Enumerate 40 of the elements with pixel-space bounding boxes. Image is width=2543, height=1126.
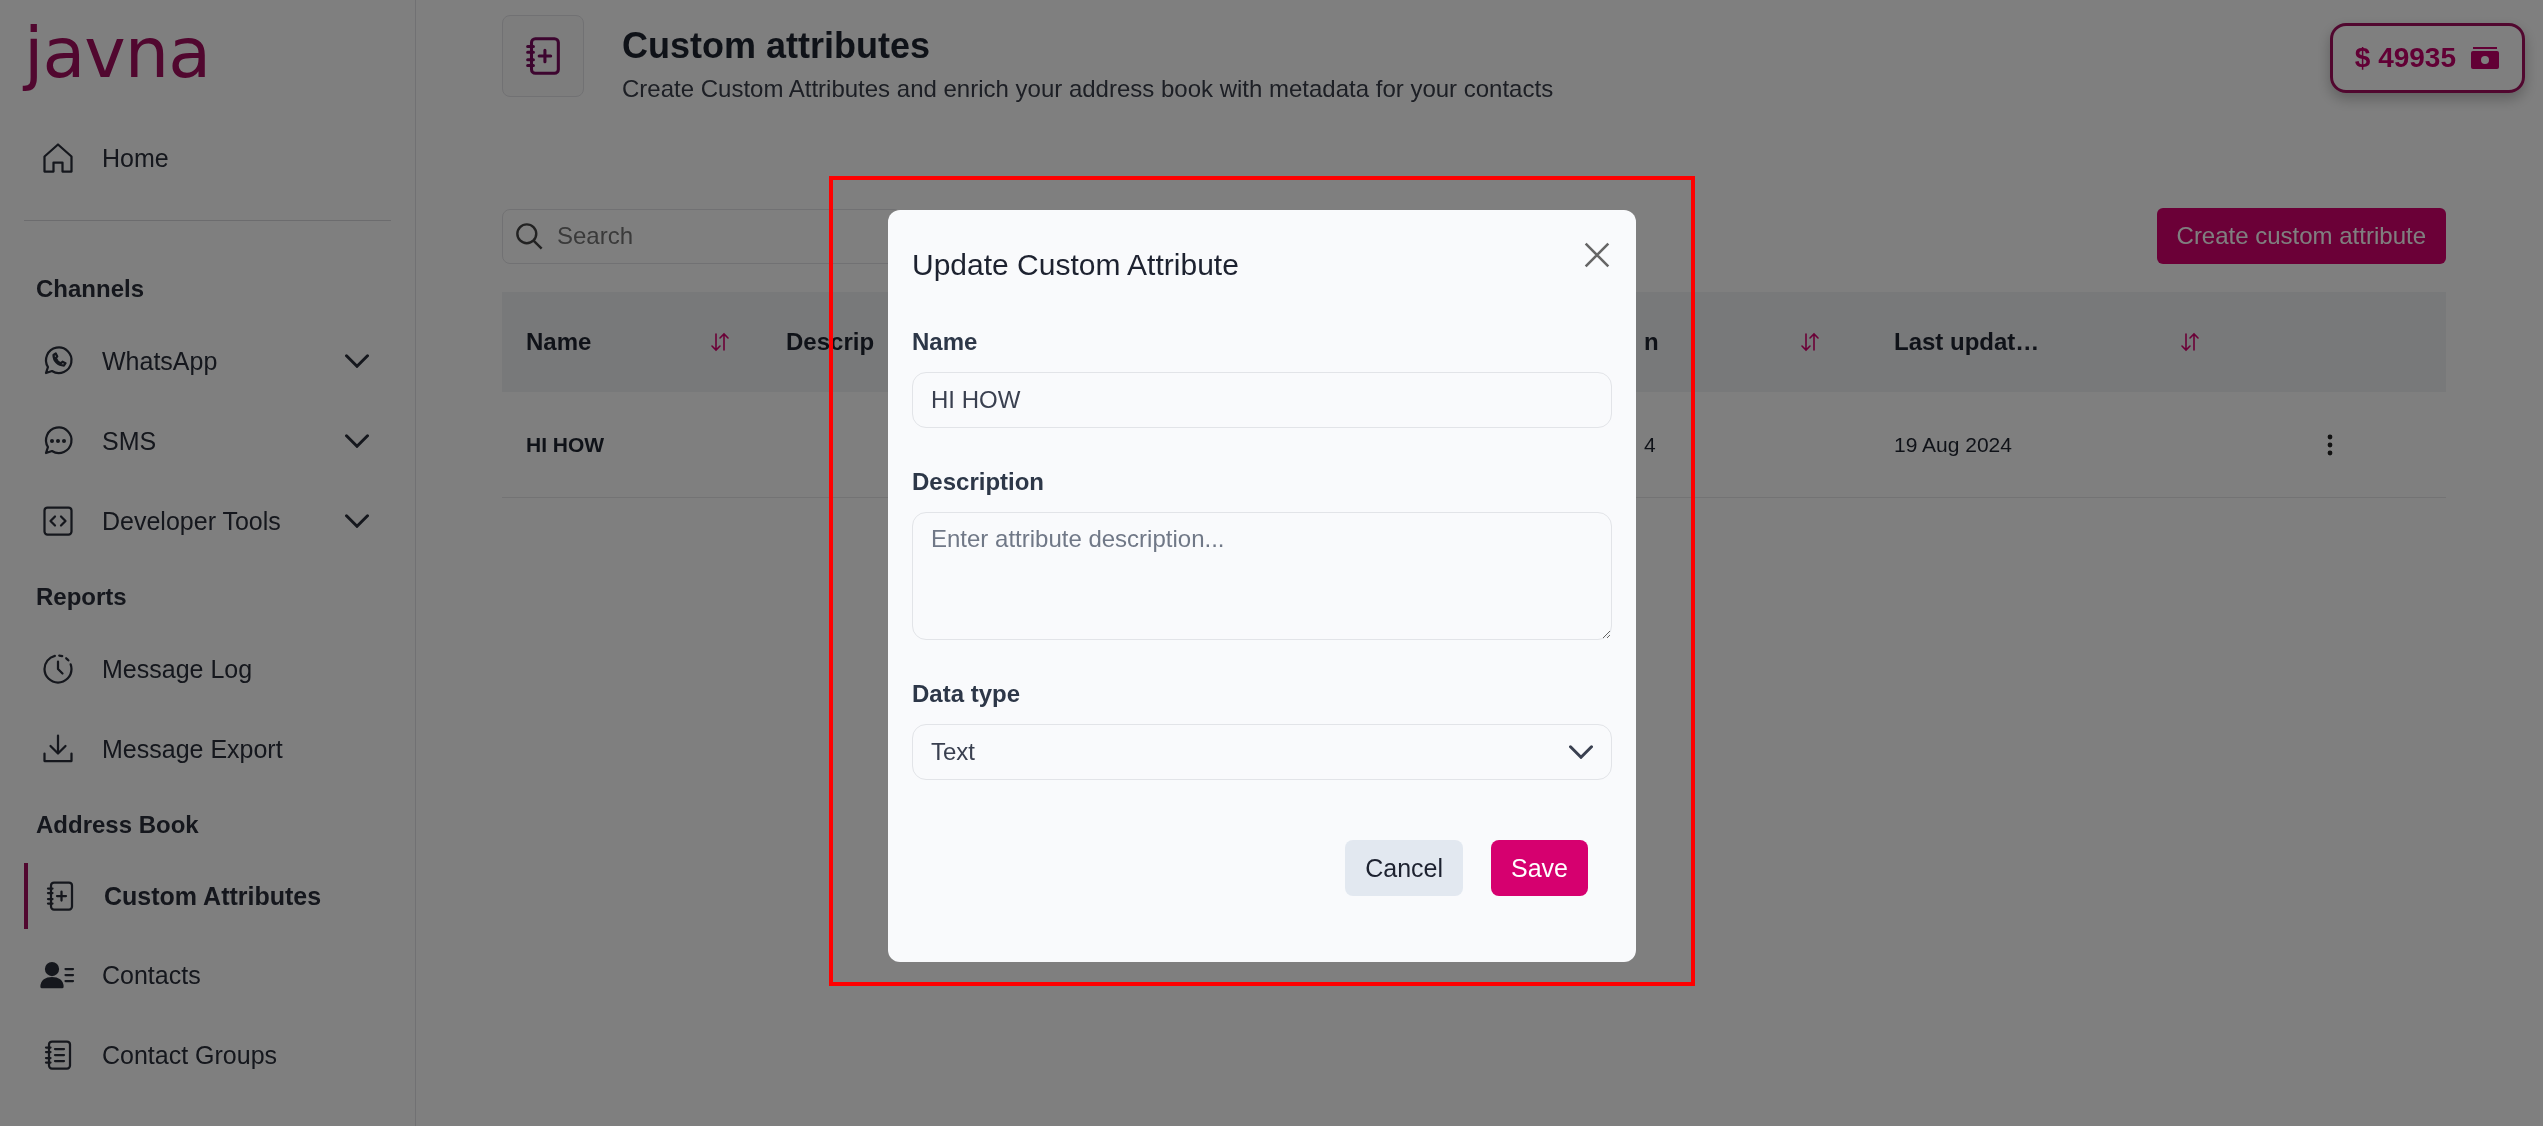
sidebar-item[interactable]: WhatsApp	[24, 321, 391, 401]
balance-badge[interactable]: $ 49935	[2329, 23, 2525, 93]
sort-icon[interactable]	[2180, 331, 2200, 353]
search-icon	[516, 222, 543, 250]
page-title: Custom attributes	[622, 25, 932, 67]
field-label: Data type	[912, 680, 1021, 708]
sidebar-item[interactable]: SMS	[24, 401, 391, 481]
sort-icon[interactable]	[710, 331, 730, 353]
sidebar-item[interactable]: Message Export	[24, 709, 391, 789]
field-label: Name	[912, 328, 978, 356]
sidebar-item[interactable]: Message Log	[24, 629, 391, 709]
column-header[interactable]: Name	[502, 292, 776, 392]
cash-icon	[2470, 46, 2500, 70]
section-heading: Channels	[36, 275, 145, 303]
more-options-icon[interactable]	[2326, 432, 2334, 457]
sort-icon[interactable]	[1800, 331, 1820, 353]
sidebar-item[interactable]: Developer Tools	[24, 481, 391, 561]
dialog-title: Update Custom Attribute	[912, 248, 1239, 282]
sidebar-item[interactable]: Custom Attributes	[24, 863, 391, 929]
save-button[interactable]: Save	[1491, 840, 1588, 896]
sidebar-item[interactable]: Contacts	[24, 935, 391, 1015]
chevron-down-icon	[1569, 745, 1593, 759]
clock-icon	[40, 651, 76, 687]
create-attribute-button[interactable]: Create custom attribute	[2156, 208, 2446, 264]
cancel-button[interactable]: Cancel	[1345, 840, 1463, 896]
code-icon	[40, 503, 76, 539]
column-header[interactable]: Last updat…	[1870, 292, 2250, 392]
home-icon	[40, 140, 76, 176]
description-field[interactable]: Enter attribute description...	[912, 512, 1612, 640]
table-cell: HI HOW	[502, 392, 776, 498]
page-subtitle: Create Custom Attributes and enrich your address book with metadata for your contacts	[622, 75, 1554, 103]
name-field[interactable]: HI HOW	[912, 372, 1612, 428]
notebook-plus-icon	[502, 15, 584, 97]
section-heading: Address Book	[36, 811, 199, 839]
sidebar-item[interactable]: Contact Groups	[24, 1015, 391, 1095]
section-heading: Reports	[36, 583, 127, 611]
table-cell: 19 Aug 2024	[1870, 392, 2250, 498]
sidebar-item[interactable]: Home	[24, 118, 391, 198]
field-label: Description	[912, 468, 1045, 496]
data-type-select[interactable]: Text	[912, 724, 1612, 780]
